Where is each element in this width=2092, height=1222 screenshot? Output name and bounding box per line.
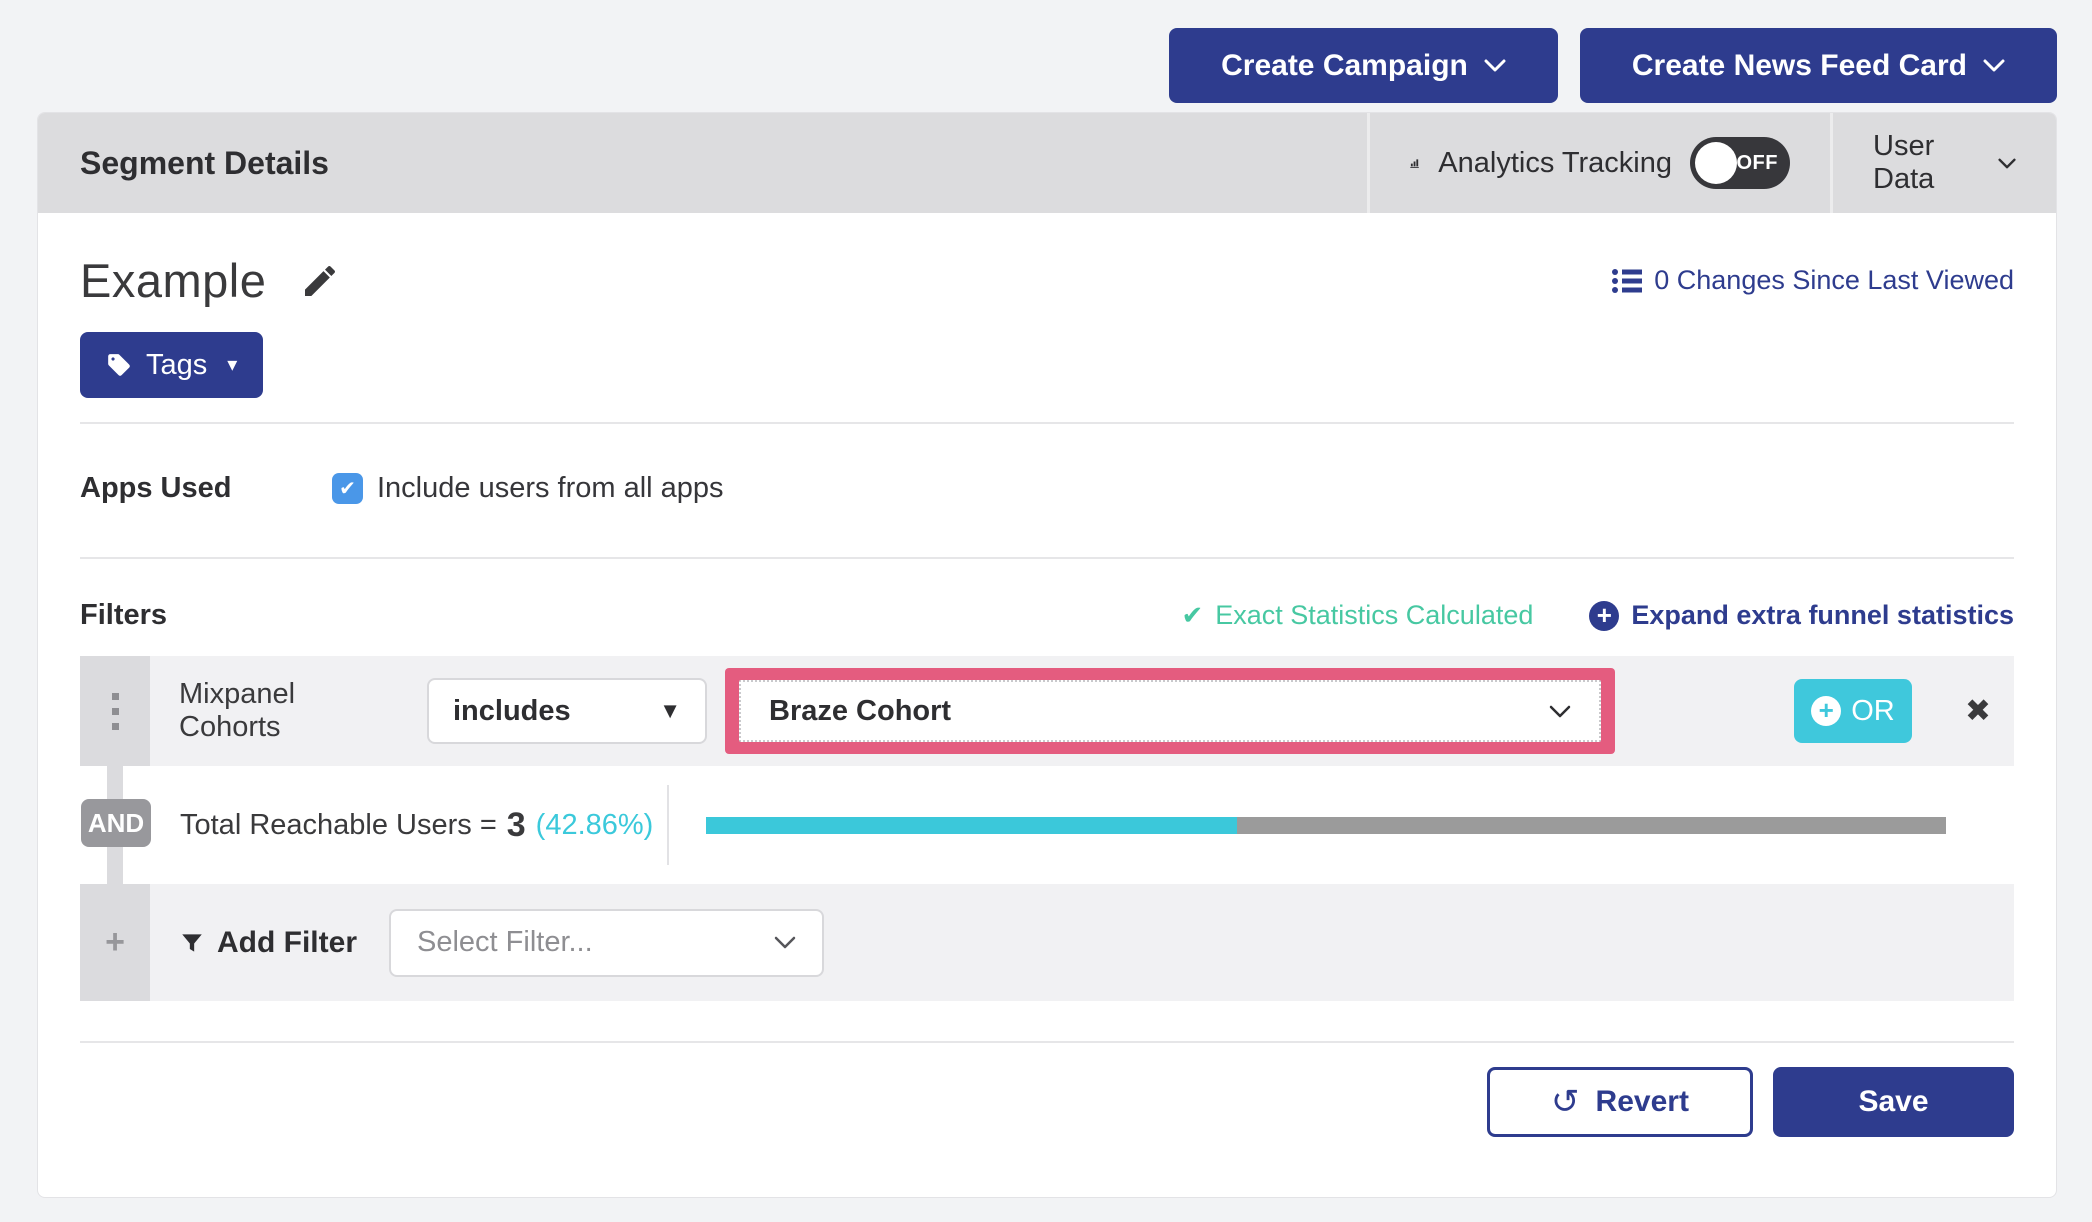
apps-used-label: Apps Used (80, 472, 270, 505)
user-data-label: User Data (1873, 130, 1980, 196)
segment-details-card: Segment Details Analytics Tracking OFF U… (37, 112, 2057, 1198)
or-button-label: OR (1851, 695, 1895, 728)
revert-button-label: Revert (1596, 1085, 1689, 1119)
chevron-down-icon (1549, 705, 1571, 718)
list-icon (1612, 268, 1642, 294)
filter-card: Mixpanel Cohorts includes ▼ Braze Cohort… (80, 656, 2014, 1001)
filters-title: Filters (80, 599, 167, 632)
tag-icon (106, 352, 132, 378)
footer-actions: ↺ Revert Save (80, 1067, 2014, 1137)
add-filter-plus-button[interactable]: + (80, 884, 150, 1001)
reachable-users-percent: (42.86%) (536, 809, 654, 842)
check-icon: ✔ (1181, 600, 1203, 631)
section-divider (80, 557, 2014, 559)
create-campaign-button[interactable]: Create Campaign (1169, 28, 1558, 103)
filter-field-label: Mixpanel Cohorts (179, 678, 399, 744)
create-news-feed-card-button[interactable]: Create News Feed Card (1580, 28, 2057, 103)
plus-icon: + (105, 923, 125, 962)
edit-pencil-icon[interactable] (300, 261, 340, 301)
reachable-users-prefix: Total Reachable Users = (180, 809, 497, 842)
page-title: Segment Details (38, 113, 1367, 213)
analytics-tracking-section: Analytics Tracking OFF (1367, 113, 1830, 213)
add-or-condition-button[interactable]: + OR (1794, 679, 1912, 743)
expand-funnel-statistics-label: Expand extra funnel statistics (1631, 600, 2014, 631)
drag-handle[interactable] (80, 656, 150, 766)
chevron-down-icon (774, 936, 796, 949)
exact-statistics-label: Exact Statistics Calculated (1215, 600, 1533, 631)
exact-statistics-status: ✔ Exact Statistics Calculated (1181, 600, 1533, 631)
tags-row: Tags ▾ (80, 332, 2014, 398)
changes-link-label: 0 Changes Since Last Viewed (1654, 265, 2014, 296)
select-filter-dropdown[interactable]: Select Filter... (389, 909, 824, 977)
filters-heading-row: Filters ✔ Exact Statistics Calculated + … (80, 599, 2014, 632)
reachable-progress-bar (706, 817, 1946, 834)
tags-button-label: Tags (146, 349, 207, 382)
caret-down-icon: ▾ (227, 355, 237, 375)
create-news-feed-card-label: Create News Feed Card (1632, 49, 1967, 83)
drag-dot-icon (112, 723, 119, 730)
filter-operator-select[interactable]: includes ▼ (427, 678, 707, 744)
plus-circle-icon: + (1811, 696, 1841, 726)
section-divider (80, 1041, 2014, 1043)
save-button[interactable]: Save (1773, 1067, 2014, 1137)
remove-filter-icon[interactable]: ✖ (1965, 693, 1991, 729)
highlighted-value-outline: Braze Cohort (725, 668, 1615, 754)
include-all-apps-checkbox[interactable]: ✔ (332, 473, 363, 504)
filter-value-text: Braze Cohort (769, 695, 951, 728)
reachable-users-count: 3 (507, 806, 526, 845)
plus-circle-icon: + (1589, 601, 1619, 631)
and-conjunction-badge: AND (81, 799, 151, 847)
vertical-divider (667, 785, 669, 865)
title-row: Example 0 Changes Since Last Viewed (80, 253, 2014, 308)
reachable-progress-fill (706, 817, 1237, 834)
segment-details-screen: Create Campaign Create News Feed Card Se… (0, 0, 2092, 1222)
drag-dot-icon (112, 708, 119, 715)
card-body: Example 0 Changes Since Last Viewed (38, 253, 2056, 1137)
segment-name: Example (80, 253, 266, 308)
filter-value-select[interactable]: Braze Cohort (739, 680, 1601, 742)
filter-row: Mixpanel Cohorts includes ▼ Braze Cohort… (80, 656, 2014, 766)
apps-used-row: Apps Used ✔ Include users from all apps (80, 424, 2014, 557)
analytics-tracking-toggle[interactable]: OFF (1690, 137, 1790, 189)
revert-icon: ↺ (1551, 1082, 1580, 1122)
reachable-users-row: AND Total Reachable Users = 3 (42.86%) (80, 766, 2014, 884)
chevron-down-icon (1983, 59, 2005, 72)
create-campaign-label: Create Campaign (1221, 49, 1468, 83)
reachable-users-text: Total Reachable Users = 3 (42.86%) (180, 766, 653, 884)
drag-dot-icon (112, 693, 119, 700)
bar-chart-icon (1410, 147, 1420, 179)
add-filter-label: Add Filter (217, 926, 357, 960)
analytics-tracking-label: Analytics Tracking (1438, 147, 1672, 180)
funnel-icon (179, 930, 205, 956)
select-filter-placeholder: Select Filter... (417, 926, 593, 959)
include-all-apps-label: Include users from all apps (377, 472, 724, 505)
expand-funnel-statistics-link[interactable]: + Expand extra funnel statistics (1589, 600, 2014, 631)
add-filter-label-group: Add Filter (179, 926, 357, 960)
toggle-state-label: OFF (1737, 152, 1779, 175)
card-header: Segment Details Analytics Tracking OFF U… (38, 113, 2056, 213)
toggle-knob (1695, 142, 1737, 184)
user-data-dropdown[interactable]: User Data (1830, 113, 2056, 213)
triangle-down-icon: ▼ (659, 698, 681, 724)
changes-since-last-viewed-link[interactable]: 0 Changes Since Last Viewed (1612, 265, 2014, 296)
chevron-down-icon (1484, 59, 1506, 72)
top-action-bar: Create Campaign Create News Feed Card (1169, 28, 2057, 103)
chevron-down-icon (1998, 157, 2016, 170)
filter-operator-value: includes (453, 695, 571, 728)
revert-button[interactable]: ↺ Revert (1487, 1067, 1753, 1137)
tags-button[interactable]: Tags ▾ (80, 332, 263, 398)
checkbox-check-icon: ✔ (339, 476, 356, 501)
add-filter-row: + Add Filter Select Filter... (80, 884, 2014, 1001)
